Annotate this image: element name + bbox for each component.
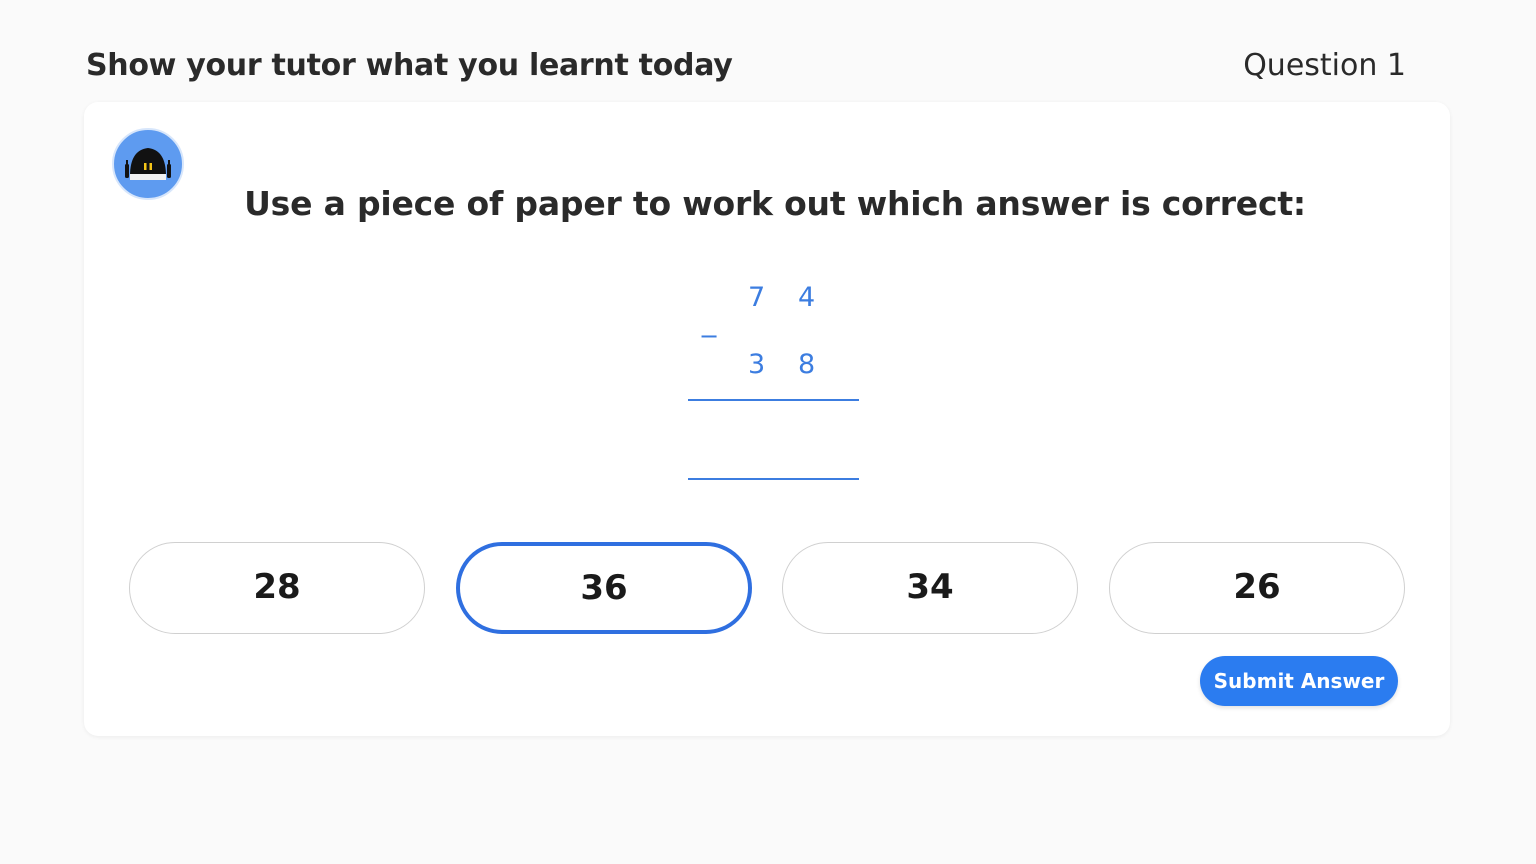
bottom-ones-digit: 8 bbox=[798, 349, 816, 380]
submit-answer-button[interactable]: Submit Answer bbox=[1200, 656, 1398, 706]
page-title: Show your tutor what you learnt today bbox=[86, 48, 733, 83]
subtraction-problem: 7 4 − 3 8 bbox=[688, 272, 864, 484]
top-tens-digit: 7 bbox=[748, 282, 766, 313]
answer-option-2[interactable]: 36 bbox=[456, 542, 752, 634]
sum-line-top bbox=[688, 399, 859, 401]
answer-line bbox=[688, 478, 859, 480]
top-ones-digit: 4 bbox=[798, 282, 816, 313]
question-card: Use a piece of paper to work out which a… bbox=[84, 102, 1450, 736]
answer-option-4[interactable]: 26 bbox=[1109, 542, 1405, 634]
bottom-tens-digit: 3 bbox=[748, 349, 766, 380]
answer-option-1[interactable]: 28 bbox=[129, 542, 425, 634]
answer-options: 28 36 34 26 bbox=[129, 542, 1405, 634]
question-prompt: Use a piece of paper to work out which a… bbox=[244, 184, 1306, 223]
page-header: Show your tutor what you learnt today Qu… bbox=[86, 48, 1406, 92]
minus-sign: − bbox=[699, 322, 720, 350]
question-number: Question 1 bbox=[1243, 48, 1406, 83]
answer-option-3[interactable]: 34 bbox=[782, 542, 1078, 634]
